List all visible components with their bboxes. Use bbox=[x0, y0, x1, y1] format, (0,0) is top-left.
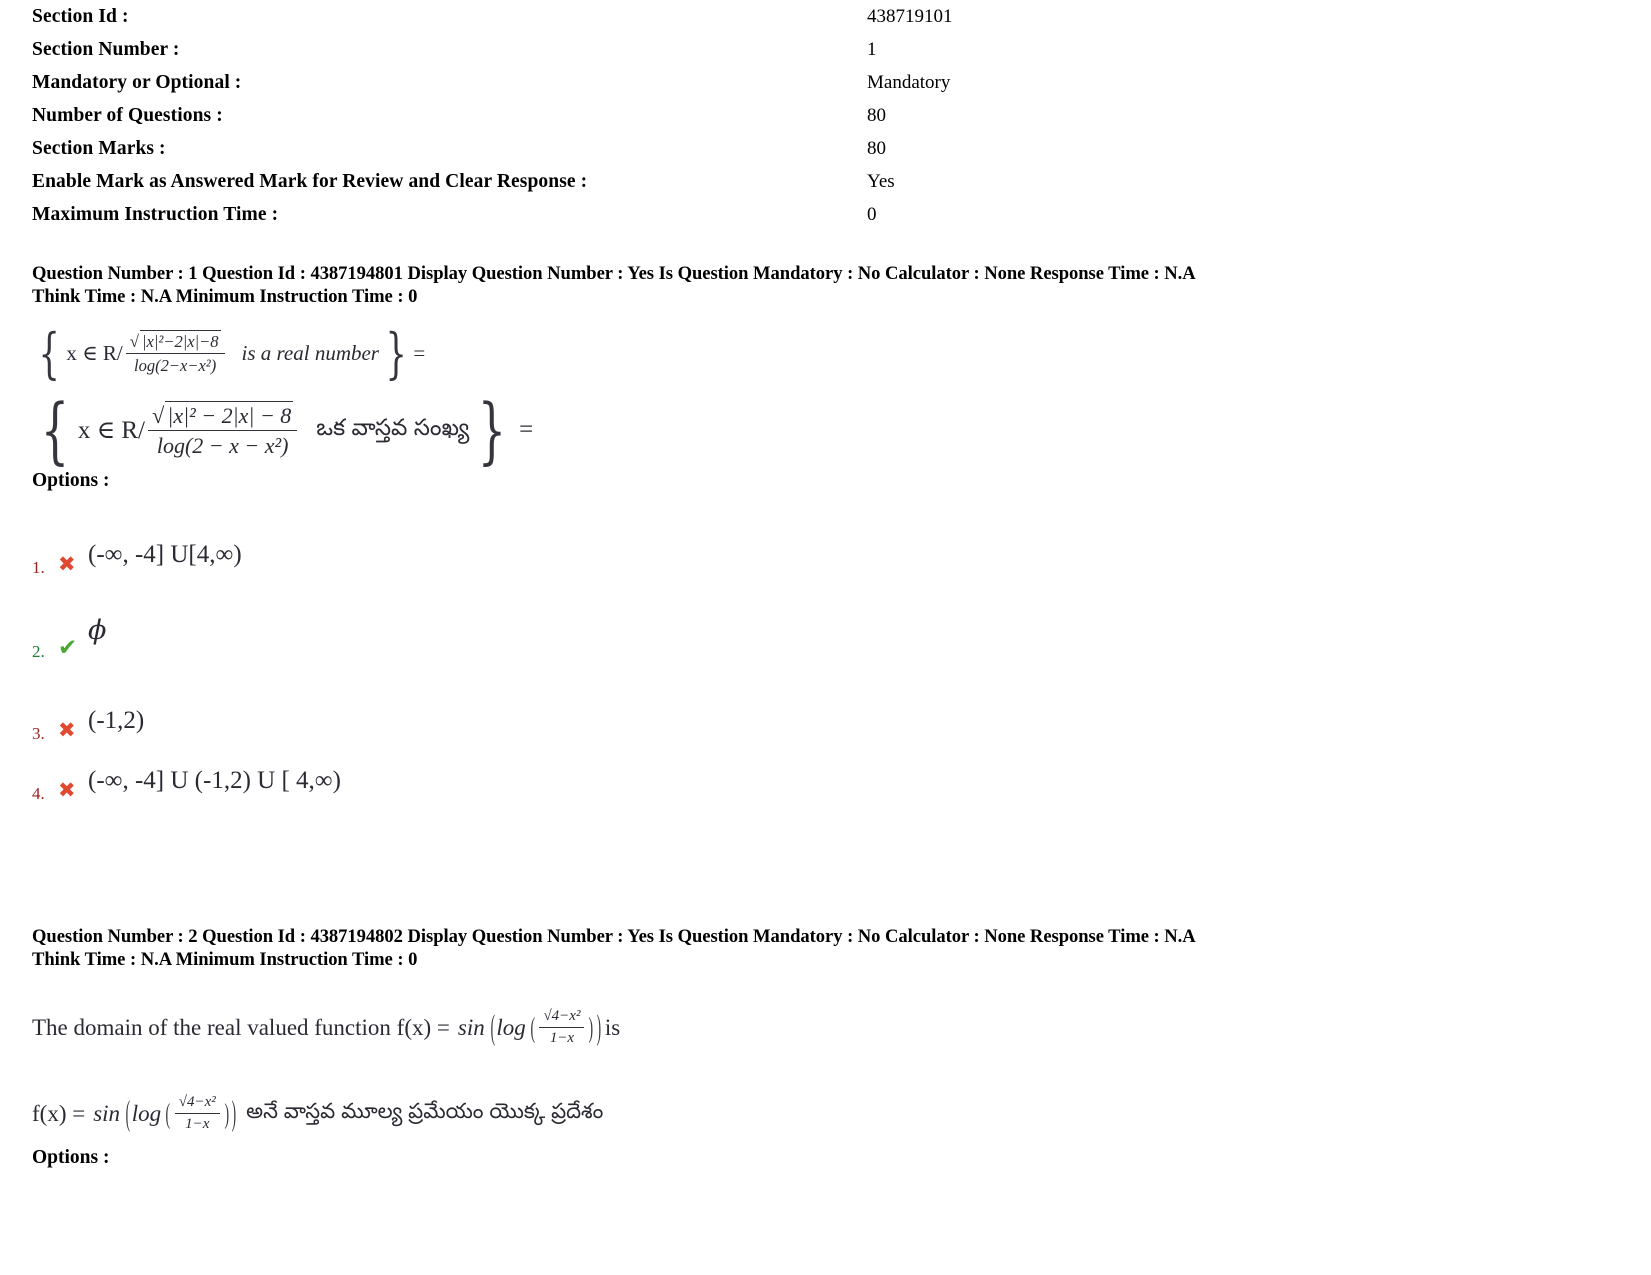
metadata-row: Section Marks : 80 bbox=[32, 138, 1592, 171]
question-2-header-line2: Think Time : N.A Minimum Instruction Tim… bbox=[32, 949, 418, 970]
metadata-row: Maximum Instruction Time : 0 bbox=[32, 204, 1592, 237]
question-block-1: Question Number : 1 Question Id : 438719… bbox=[32, 262, 1632, 804]
set-brace-close-icon: } bbox=[385, 321, 407, 385]
cross-mark-icon: ✖ bbox=[58, 718, 76, 742]
set-brace-open-icon: { bbox=[40, 388, 70, 472]
question-2-log-english: log bbox=[496, 1015, 526, 1040]
option-number: 4. bbox=[32, 784, 45, 803]
question-1-stem: { x ∈ R/ √ |x|²−2|x|−8 log(2−x−x²) is a r… bbox=[32, 321, 1632, 473]
paren-open-icon: ( bbox=[530, 1011, 535, 1043]
metadata-row: Number of Questions : 80 bbox=[32, 105, 1592, 138]
question-2-header-line1: Question Number : 2 Question Id : 438719… bbox=[32, 926, 1196, 947]
paren-open-icon: ( bbox=[490, 1008, 495, 1047]
question-1-equals-telugu: = bbox=[519, 416, 534, 443]
question-2-denominator-english: 1−x bbox=[549, 1030, 575, 1046]
question-1-stem-english: { x ∈ R/ √ |x|²−2|x|−8 log(2−x−x²) is a r… bbox=[32, 321, 1632, 385]
question-1-radicand-telugu: |x|² − 2|x| − 8 bbox=[165, 400, 294, 428]
question-2-numerator-english: √4−x² bbox=[539, 1008, 585, 1028]
sqrt-icon: √ bbox=[151, 402, 165, 428]
question-1-qualifier-telugu: ఒక వాస్తవ సంఖ్య bbox=[316, 413, 470, 440]
question-1-set-prefix-telugu: x ∈ R/ bbox=[77, 417, 145, 444]
section-number-label: Section Number : bbox=[32, 39, 180, 60]
cross-mark-icon: ✖ bbox=[58, 552, 76, 576]
question-2-trail-english: is bbox=[604, 1015, 621, 1040]
mandatory-or-optional-value: Mandatory bbox=[867, 72, 951, 93]
section-id-label: Section Id : bbox=[32, 6, 129, 27]
question-2-denominator-telugu: 1−x bbox=[185, 1116, 210, 1132]
option-text: (-∞, -4] U[4,∞) bbox=[88, 541, 242, 568]
question-2-log-telugu: log bbox=[131, 1101, 162, 1126]
number-of-questions-label: Number of Questions : bbox=[32, 105, 223, 126]
question-1-fraction: √ |x|²−2|x|−8 log(2−x−x²) bbox=[125, 330, 225, 376]
question-2-lead-english: The domain of the real valued function f… bbox=[32, 1015, 450, 1040]
question-2-fraction-english: √4−x² 1−x bbox=[539, 1008, 585, 1047]
question-2-stem: The domain of the real valued function f… bbox=[32, 997, 1632, 1147]
question-1-options-label: Options : bbox=[32, 470, 110, 491]
metadata-row: Mandatory or Optional : Mandatory bbox=[32, 72, 1592, 105]
paren-close-icon: ) bbox=[224, 1097, 229, 1129]
question-2-numerator-telugu: √4−x² bbox=[174, 1094, 220, 1114]
question-2-stem-telugu: f(x) = sin ( log ( √4−x² 1−x ) ) అనే వాస… bbox=[32, 1081, 1632, 1147]
metadata-row: Section Id : 438719101 bbox=[32, 6, 1592, 39]
paren-close-icon: ) bbox=[596, 1008, 602, 1047]
option-row[interactable]: 1. ✖ (-∞, -4] U[4,∞) bbox=[32, 502, 1632, 578]
enable-mark-as-answered-value: Yes bbox=[867, 171, 895, 192]
option-number: 1. bbox=[32, 558, 45, 577]
set-brace-close-icon: } bbox=[477, 388, 507, 472]
option-number: 2. bbox=[32, 642, 45, 661]
option-text: (-∞, -4] U (-1,2) U [ 4,∞) bbox=[88, 767, 341, 794]
question-1-equals-english: = bbox=[413, 340, 426, 365]
question-1-set-prefix: x ∈ R/ bbox=[66, 340, 123, 365]
enable-mark-as-answered-label: Enable Mark as Answered Mark for Review … bbox=[32, 171, 588, 192]
paren-open-icon: ( bbox=[125, 1094, 131, 1133]
set-brace-open-icon: { bbox=[38, 321, 60, 385]
option-row[interactable]: 2. ✔ ϕ bbox=[32, 578, 1632, 662]
check-mark-icon: ✔ bbox=[58, 635, 78, 660]
question-1-denominator-telugu: log(2 − x − x²) bbox=[156, 433, 289, 459]
paren-close-icon: ) bbox=[232, 1094, 237, 1133]
question-2-sin-telugu: sin bbox=[93, 1101, 121, 1126]
question-1-stem-telugu: { x ∈ R/ √ |x|² − 2|x| − 8 log(2 − x − x²… bbox=[32, 388, 1632, 472]
option-number: 3. bbox=[32, 724, 45, 743]
question-2-trail-telugu: అనే వాస్తవ మూల్య ప్రమేయం యొక్క ప్రదేశం bbox=[246, 1099, 604, 1123]
paren-close-icon: ) bbox=[589, 1011, 594, 1043]
maximum-instruction-time-value: 0 bbox=[867, 204, 877, 225]
question-1-numerator-telugu: √ |x|² − 2|x| − 8 bbox=[147, 400, 298, 432]
mandatory-or-optional-label: Mandatory or Optional : bbox=[32, 72, 242, 93]
question-1-fraction-telugu: √ |x|² − 2|x| − 8 log(2 − x − x²) bbox=[147, 400, 298, 459]
question-1-header: Question Number : 1 Question Id : 438719… bbox=[32, 262, 1632, 308]
question-1-radicand: |x|²−2|x|−8 bbox=[140, 330, 221, 352]
option-text: ϕ bbox=[88, 615, 107, 646]
question-block-2: Question Number : 2 Question Id : 438719… bbox=[32, 925, 1632, 1169]
question-2-fraction-telugu: √4−x² 1−x bbox=[174, 1094, 220, 1133]
option-row[interactable]: 4. ✖ (-∞, -4] U (-1,2) U [ 4,∞) bbox=[32, 744, 1632, 804]
metadata-row: Section Number : 1 bbox=[32, 39, 1592, 72]
number-of-questions-value: 80 bbox=[867, 105, 886, 126]
question-2-header: Question Number : 2 Question Id : 438719… bbox=[32, 925, 1632, 971]
option-text: (-1,2) bbox=[88, 707, 145, 734]
section-metadata: Section Id : 438719101 Section Number : … bbox=[32, 6, 1592, 237]
sqrt-icon: √ bbox=[129, 332, 139, 352]
question-1-qualifier-english: is a real number bbox=[241, 340, 379, 365]
section-marks-label: Section Marks : bbox=[32, 138, 166, 159]
question-1-header-line1: Question Number : 1 Question Id : 438719… bbox=[32, 263, 1196, 284]
maximum-instruction-time-label: Maximum Instruction Time : bbox=[32, 204, 279, 225]
cross-mark-icon: ✖ bbox=[58, 778, 76, 802]
paren-open-icon: ( bbox=[165, 1097, 171, 1129]
option-row[interactable]: 3. ✖ (-1,2) bbox=[32, 662, 1632, 744]
section-number-value: 1 bbox=[867, 39, 877, 60]
question-1-numerator: √ |x|²−2|x|−8 bbox=[125, 330, 225, 355]
section-marks-value: 80 bbox=[867, 138, 886, 159]
question-2-lead-telugu: f(x) = bbox=[32, 1101, 86, 1126]
question-2-stem-english: The domain of the real valued function f… bbox=[32, 997, 1632, 1059]
question-1-header-line2: Think Time : N.A Minimum Instruction Tim… bbox=[32, 286, 418, 307]
metadata-row: Enable Mark as Answered Mark for Review … bbox=[32, 171, 1592, 204]
question-1-options-list: 1. ✖ (-∞, -4] U[4,∞) 2. ✔ ϕ 3. ✖ (-1,2) … bbox=[32, 502, 1632, 804]
question-1-denominator: log(2−x−x²) bbox=[134, 356, 217, 376]
section-id-value: 438719101 bbox=[867, 6, 953, 27]
question-2-sin-english: sin bbox=[457, 1015, 485, 1040]
question-2-options-label: Options : bbox=[32, 1147, 110, 1168]
